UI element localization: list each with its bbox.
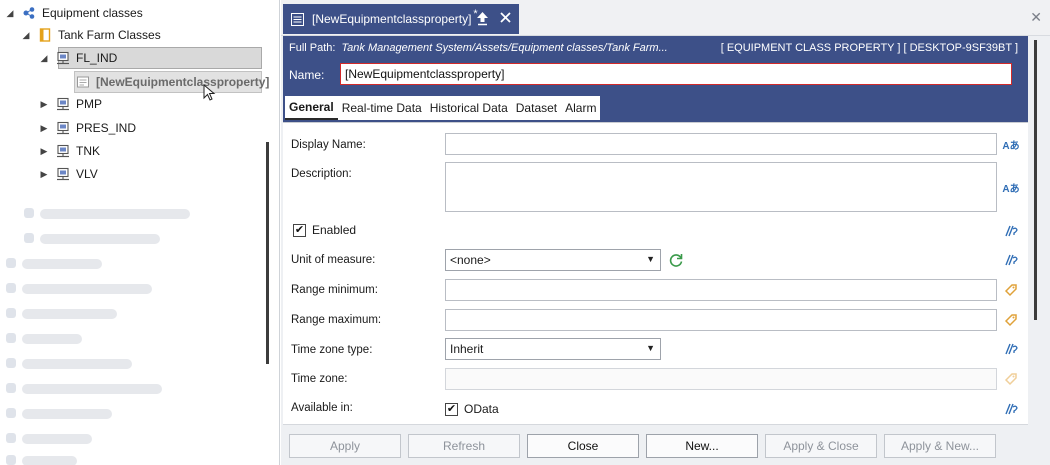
link-icon[interactable] — [1002, 223, 1020, 239]
document-panel: [NewEquipmentclassproperty] * ✕ Full Pat… — [281, 0, 1050, 465]
apply-button[interactable]: Apply — [289, 434, 401, 458]
mouse-cursor-icon — [203, 84, 216, 101]
full-path-label: Full Path: — [289, 42, 336, 54]
pin-icon[interactable] — [476, 11, 489, 26]
translate-icon[interactable]: Aあ — [1002, 179, 1020, 195]
tree-node-pres-ind[interactable]: ▶ PRES_IND — [38, 117, 137, 139]
tree-scrollbar[interactable] — [266, 142, 269, 364]
tree-node-label: TNK — [76, 144, 100, 158]
document-tab-strip: [NewEquipmentclassproperty] * ✕ — [281, 0, 1050, 36]
collapse-caret-icon[interactable]: ◢ — [20, 30, 32, 41]
range-maximum-label: Range maximum: — [291, 314, 382, 326]
description-label: Description: — [291, 168, 352, 180]
dropdown-arrow-icon: ▼ — [646, 254, 655, 264]
tree-node-label: PRES_IND — [76, 121, 137, 135]
time-zone-type-label: Time zone type: — [291, 344, 373, 356]
close-icon[interactable]: ✕ — [1030, 9, 1042, 26]
tree-node-fl-ind[interactable]: ◢ FL_IND — [38, 47, 118, 69]
tree-node-vlv[interactable]: ▶ VLV — [38, 163, 98, 185]
device-icon — [56, 51, 70, 65]
name-label: Name: — [289, 68, 325, 82]
tab-dataset[interactable]: Dataset — [511, 96, 562, 120]
expand-caret-icon[interactable]: ▶ — [38, 169, 50, 180]
time-zone-input[interactable] — [445, 368, 997, 390]
apply-and-close-button[interactable]: Apply & Close — [765, 434, 877, 458]
time-zone-label: Time zone: — [291, 373, 348, 385]
device-icon — [56, 144, 70, 158]
document-icon — [291, 12, 304, 26]
tag-icon[interactable] — [1002, 282, 1020, 298]
property-tabs: General Real-time Data Historical Data D… — [285, 96, 601, 120]
expand-caret-icon[interactable]: ▶ — [38, 123, 50, 134]
tree-node-label: VLV — [76, 167, 98, 181]
folder-icon — [38, 28, 52, 42]
tree-node-tnk[interactable]: ▶ TNK — [38, 140, 100, 162]
general-form: Display Name: Aあ Description: Aあ ✔ Enabl… — [283, 122, 1028, 424]
refresh-icon[interactable] — [668, 252, 684, 268]
refresh-button[interactable]: Refresh — [408, 434, 520, 458]
document-tab[interactable]: [NewEquipmentclassproperty] * — [283, 4, 519, 34]
description-input[interactable] — [445, 162, 997, 212]
action-button-bar: Apply Refresh Close New... Apply & Close… — [283, 424, 1028, 465]
enabled-label: Enabled — [312, 223, 357, 237]
link-icon[interactable] — [1002, 252, 1020, 268]
tree-node-equipment-classes[interactable]: ◢ Equipment classes — [4, 2, 143, 24]
device-icon — [56, 121, 70, 135]
display-name-label: Display Name: — [291, 139, 366, 151]
tree-node-tank-farm-classes[interactable]: ◢ Tank Farm Classes — [20, 24, 161, 46]
device-icon — [56, 97, 70, 111]
enabled-checkbox-row[interactable]: ✔ Enabled — [293, 223, 356, 237]
full-path-bar: Full Path: Tank Management System/Assets… — [289, 42, 1024, 58]
enabled-checkbox[interactable]: ✔ — [293, 223, 306, 237]
unit-of-measure-label: Unit of measure: — [291, 254, 376, 266]
tab-historical-data[interactable]: Historical Data — [425, 96, 512, 120]
tag-icon[interactable] — [1002, 312, 1020, 328]
dropdown-arrow-icon: ▼ — [646, 343, 655, 353]
close-button[interactable]: Close — [527, 434, 639, 458]
link-icon[interactable] — [1002, 401, 1020, 417]
tab-real-time-data[interactable]: Real-time Data — [337, 96, 426, 120]
display-name-input[interactable] — [445, 133, 997, 155]
odata-checkbox[interactable]: ✔ — [445, 402, 458, 416]
range-minimum-label: Range minimum: — [291, 284, 378, 296]
tree-node-new-property[interactable]: [NewEquipmentclassproperty] — [76, 71, 269, 93]
new-button[interactable]: New... — [646, 434, 758, 458]
odata-checkbox-row[interactable]: ✔ OData — [445, 402, 499, 416]
unit-of-measure-value: <none> — [450, 253, 491, 267]
object-type-info: [ EQUIPMENT CLASS PROPERTY ] [ DESKTOP-9… — [720, 42, 1018, 54]
device-icon — [56, 167, 70, 181]
full-path-value: Tank Management System/Assets/Equipment … — [341, 42, 668, 54]
name-input[interactable] — [340, 63, 1012, 85]
range-maximum-input[interactable] — [445, 309, 997, 331]
navigation-tree: ◢ Equipment classes ◢ Tank Farm Classes … — [0, 0, 280, 465]
tree-node-label: FL_IND — [76, 51, 118, 65]
collapse-caret-icon[interactable]: ◢ — [4, 8, 16, 19]
time-zone-type-value: Inherit — [450, 342, 484, 356]
expand-caret-icon[interactable]: ▶ — [38, 99, 50, 110]
document-tab-title: [NewEquipmentclassproperty] — [312, 12, 472, 26]
tree-node-pmp[interactable]: ▶ PMP — [38, 93, 102, 115]
collapse-caret-icon[interactable]: ◢ — [38, 53, 50, 64]
apply-and-new-button[interactable]: Apply & New... — [884, 434, 996, 458]
tree-node-label: [NewEquipmentclassproperty] — [96, 75, 270, 89]
translate-icon[interactable]: Aあ — [1002, 136, 1020, 152]
expand-caret-icon[interactable]: ▶ — [38, 146, 50, 157]
tab-alarm[interactable]: Alarm — [561, 96, 601, 120]
odata-label: OData — [464, 402, 499, 416]
form-scrollbar[interactable] — [1034, 40, 1037, 320]
tree-node-label: Equipment classes — [42, 6, 143, 20]
tree-node-label: PMP — [76, 97, 103, 111]
available-in-label: Available in: — [291, 402, 353, 414]
unit-of-measure-select[interactable]: <none> ▼ — [445, 249, 661, 271]
link-icon[interactable] — [1002, 341, 1020, 357]
property-icon — [76, 75, 90, 89]
tab-general[interactable]: General — [285, 96, 338, 120]
tag-icon — [1002, 371, 1020, 387]
time-zone-type-select[interactable]: Inherit ▼ — [445, 338, 661, 360]
range-minimum-input[interactable] — [445, 279, 997, 301]
equipment-classes-icon — [22, 6, 36, 20]
close-tab-icon[interactable] — [499, 11, 512, 24]
tree-node-label: Tank Farm Classes — [58, 28, 161, 42]
